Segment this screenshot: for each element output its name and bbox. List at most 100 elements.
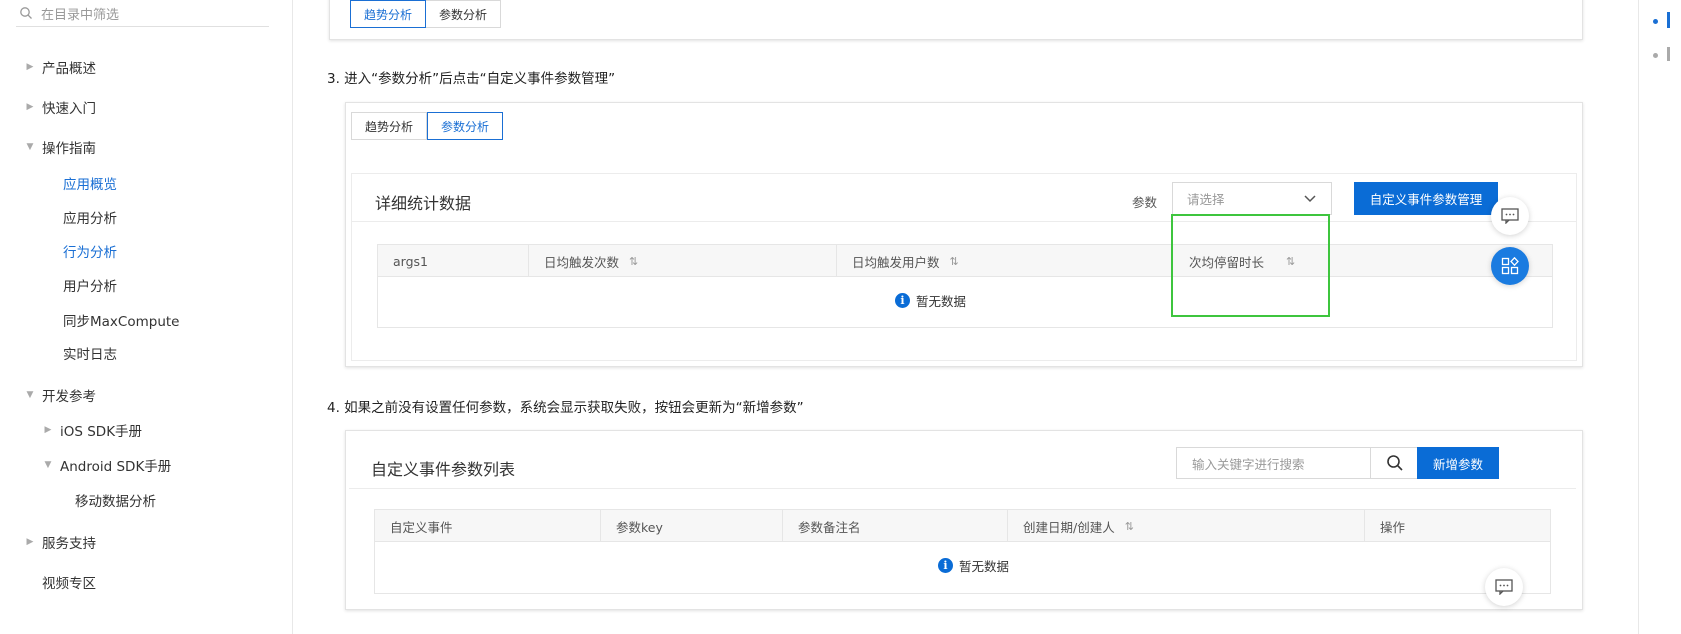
top-screenshot-card: 趋势分析 参数分析 (329, 0, 1583, 40)
sidebar-item-label: iOS SDK手册 (60, 424, 143, 440)
sidebar-item-user-analysis[interactable]: 用户分析 (63, 275, 117, 295)
keyword-search[interactable]: 输入关键字进行搜索 (1176, 447, 1419, 479)
sidebar-item-app-analysis[interactable]: 应用分析 (63, 207, 117, 227)
toc-panel (1638, 0, 1681, 634)
sidebar-item-guide[interactable]: ▼ 操作指南 (22, 137, 96, 157)
sort-icon[interactable]: ⇅ (950, 255, 959, 268)
sidebar-item-label: 视频专区 (42, 576, 96, 592)
sidebar-item-realtime-log[interactable]: 实时日志 (63, 343, 117, 363)
sidebar-search[interactable]: 在目录中筛选 (16, 0, 269, 27)
sidebar-item-label: 实时日志 (63, 347, 117, 363)
info-icon: i (895, 293, 910, 308)
sidebar-item-product-overview[interactable]: ▶ 产品概述 (22, 57, 96, 77)
toc-bullet-icon (1653, 19, 1658, 24)
toc-bullet-icon (1653, 53, 1658, 58)
tab-trend-analysis[interactable]: 趋势分析 (350, 0, 427, 28)
sidebar-item-dev-reference[interactable]: ▼ 开发参考 (22, 385, 96, 405)
panel-title: 详细统计数据 (375, 194, 472, 213)
search-button[interactable] (1370, 448, 1418, 478)
column-header: 参数key (600, 510, 782, 542)
sidebar-item-label: 操作指南 (42, 141, 96, 157)
sidebar-item-label: 快速入门 (42, 101, 96, 117)
column-header-label: args1 (393, 253, 428, 269)
feedback-float-button[interactable] (1491, 197, 1529, 235)
sidebar-item-label: 产品概述 (42, 61, 96, 77)
chevron-down-icon: ▼ (44, 460, 52, 470)
toc-marker (1667, 47, 1670, 61)
custom-event-param-manage-button[interactable]: 自定义事件参数管理 (1354, 182, 1498, 215)
panel-title: 自定义事件参数列表 (371, 460, 516, 479)
table-header: 自定义事件 参数key 参数备注名 创建日期/创建人 ⇅ 操作 (375, 510, 1550, 542)
column-header: 自定义事件 (375, 510, 600, 542)
sidebar-item-label: 用户分析 (63, 279, 117, 295)
apps-icon (1501, 257, 1519, 275)
sidebar-item-service-support[interactable]: ▶ 服务支持 (22, 532, 96, 552)
feedback-float-button[interactable] (1485, 568, 1523, 606)
sidebar-item-label: 应用分析 (63, 211, 117, 227)
tab-trend-analysis[interactable]: 趋势分析 (351, 112, 428, 140)
chevron-down-icon (1304, 194, 1316, 202)
tab-param-analysis[interactable]: 参数分析 (426, 0, 502, 28)
keyword-search-input[interactable]: 输入关键字进行搜索 (1177, 448, 1370, 478)
empty-text: 暂无数据 (959, 559, 1010, 574)
column-header-label: 参数key (616, 519, 663, 535)
sidebar: 在目录中筛选 ▶ 产品概述 ▶ 快速入门 ▼ 操作指南 应用概览 应用分析 行为… (0, 0, 293, 634)
sidebar-item-sync-maxcompute[interactable]: 同步MaxCompute (63, 310, 179, 330)
column-header-label: 日均触发用户数 (852, 254, 940, 270)
chevron-down-icon: ▼ (26, 390, 34, 400)
column-header: args1 (378, 245, 528, 277)
divider (352, 221, 1576, 222)
step-3-text: 3. 进入“参数分析”后点击“自定义事件参数管理” (327, 71, 616, 87)
sidebar-search-input[interactable]: 在目录中筛选 (41, 4, 119, 23)
column-header-label: 日均触发次数 (544, 254, 620, 270)
chat-icon (1495, 579, 1513, 595)
add-param-button[interactable]: 新增参数 (1417, 447, 1499, 479)
sidebar-item-label: 同步MaxCompute (63, 314, 180, 330)
sidebar-item-video[interactable]: 视频专区 (42, 572, 96, 592)
chevron-right-icon: ▶ (26, 102, 34, 112)
chat-icon (1501, 208, 1519, 224)
chevron-right-icon: ▶ (26, 62, 34, 72)
apps-float-button[interactable] (1491, 247, 1529, 285)
empty-text: 暂无数据 (916, 294, 967, 309)
top-tabs: 趋势分析 参数分析 (350, 0, 502, 28)
toc-active-marker (1667, 12, 1670, 28)
sidebar-item-label: 行为分析 (63, 245, 117, 261)
sidebar-item-quick-start[interactable]: ▶ 快速入门 (22, 97, 96, 117)
column-header[interactable]: 日均触发次数 ⇅ (528, 245, 836, 277)
chevron-down-icon: ▼ (26, 142, 34, 152)
sidebar-item-label: Android SDK手册 (60, 459, 172, 475)
sidebar-item-ios-sdk[interactable]: ▶ iOS SDK手册 (40, 420, 143, 440)
empty-state: i 暂无数据 (895, 291, 966, 310)
empty-state: i 暂无数据 (938, 556, 1009, 575)
sidebar-item-label: 开发参考 (42, 389, 96, 405)
detail-stats-table: args1 日均触发次数 ⇅ 日均触发用户数 ⇅ 次均停留时长 ⇅ i 暂无数据 (377, 244, 1553, 328)
column-header[interactable]: 创建日期/创建人 ⇅ (1007, 510, 1364, 542)
column-header-label: 自定义事件 (390, 519, 453, 535)
divider (349, 488, 1576, 489)
column-header-label: 创建日期/创建人 (1023, 519, 1115, 535)
param-label: 参数 (1132, 195, 1158, 210)
step4-screenshot-card: 自定义事件参数列表 输入关键字进行搜索 新增参数 自定义事件 参数key 参数备… (345, 430, 1583, 610)
chevron-right-icon: ▶ (44, 425, 52, 435)
highlight-box (1171, 214, 1330, 317)
sidebar-item-label: 移动数据分析 (75, 494, 156, 510)
chevron-right-icon: ▶ (26, 537, 34, 547)
tab-param-analysis[interactable]: 参数分析 (427, 112, 504, 140)
table-header: args1 日均触发次数 ⇅ 日均触发用户数 ⇅ 次均停留时长 ⇅ (378, 245, 1552, 277)
sidebar-item-behavior-analysis[interactable]: 行为分析 (63, 241, 117, 261)
sidebar-item-app-overview[interactable]: 应用概览 (63, 173, 117, 193)
sidebar-item-mobile-data-analysis[interactable]: 移动数据分析 (75, 490, 156, 510)
sort-icon[interactable]: ⇅ (1125, 520, 1134, 533)
param-list-table: 自定义事件 参数key 参数备注名 创建日期/创建人 ⇅ 操作 i 暂无数据 (374, 509, 1551, 594)
column-header-label: 操作 (1380, 519, 1406, 535)
search-icon (1386, 455, 1403, 471)
main-content: 趋势分析 参数分析 3. 进入“参数分析”后点击“自定义事件参数管理” 趋势分析… (293, 0, 1638, 634)
sidebar-item-label: 应用概览 (63, 177, 117, 193)
sort-icon[interactable]: ⇅ (629, 255, 638, 268)
column-header-label: 参数备注名 (798, 519, 861, 535)
param-select[interactable]: 请选择 (1172, 182, 1332, 215)
column-header[interactable]: 日均触发用户数 ⇅ (836, 245, 1174, 277)
step3-tabs: 趋势分析 参数分析 (351, 112, 504, 140)
sidebar-item-android-sdk[interactable]: ▼ Android SDK手册 (40, 455, 172, 475)
